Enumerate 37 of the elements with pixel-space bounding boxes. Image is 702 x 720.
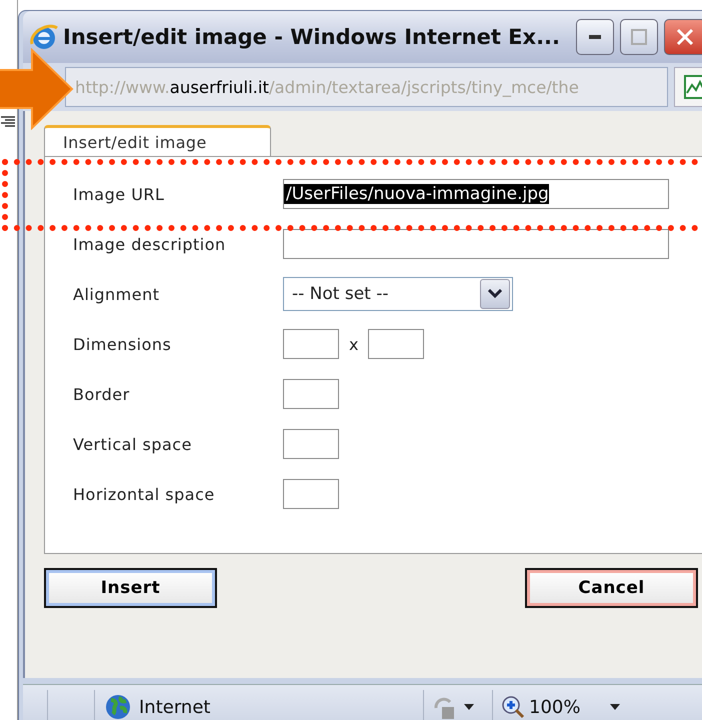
input-field[interactable]	[283, 379, 339, 409]
dropdown[interactable]: -- Not set --	[283, 277, 513, 311]
close-button[interactable]	[664, 19, 702, 55]
minimize-button[interactable]	[576, 19, 614, 55]
field-label: Image URL	[73, 184, 166, 204]
zone-label: Internet	[139, 696, 210, 718]
input-field[interactable]	[283, 429, 339, 459]
insert-button[interactable]: Insert	[44, 568, 217, 608]
input-field[interactable]: /UserFiles/nuova-immagine.jpg	[283, 179, 669, 209]
input-field[interactable]	[283, 479, 339, 509]
maximize-icon	[631, 29, 648, 45]
globe-icon	[105, 694, 131, 720]
field-label: Vertical space	[73, 434, 193, 454]
zoom-icon	[501, 695, 525, 719]
image-icon	[684, 75, 702, 99]
field-label: Dimensions	[73, 334, 172, 354]
field-label: Horizontal space	[73, 484, 216, 504]
times-sign: x	[349, 334, 358, 354]
tab[interactable]: Insert/edit image	[44, 125, 271, 156]
field-label: Alignment	[73, 284, 160, 304]
input-field[interactable]	[283, 329, 339, 359]
list-icon	[1, 116, 15, 128]
field-label: Border	[73, 384, 131, 404]
caret-icon	[464, 704, 474, 710]
caret-icon	[610, 704, 620, 710]
chevron-down-icon	[488, 289, 502, 299]
close-icon	[675, 27, 696, 47]
window-title: Insert/edit image - Windows Internet Ex...	[63, 25, 560, 49]
zoom-button[interactable]: 100%	[493, 690, 628, 720]
input-field[interactable]	[283, 229, 669, 259]
minimize-icon	[589, 35, 602, 39]
field-label: Image description	[73, 234, 227, 254]
input-field[interactable]	[368, 329, 424, 359]
address-field[interactable]: http://www.auserfriuli.it/admin/textarea/jscripts/tiny_mce/the	[65, 67, 668, 107]
browser-logo-icon	[29, 22, 59, 52]
maximize-button[interactable]	[620, 19, 658, 55]
cancel-button[interactable]: Cancel	[525, 568, 698, 608]
